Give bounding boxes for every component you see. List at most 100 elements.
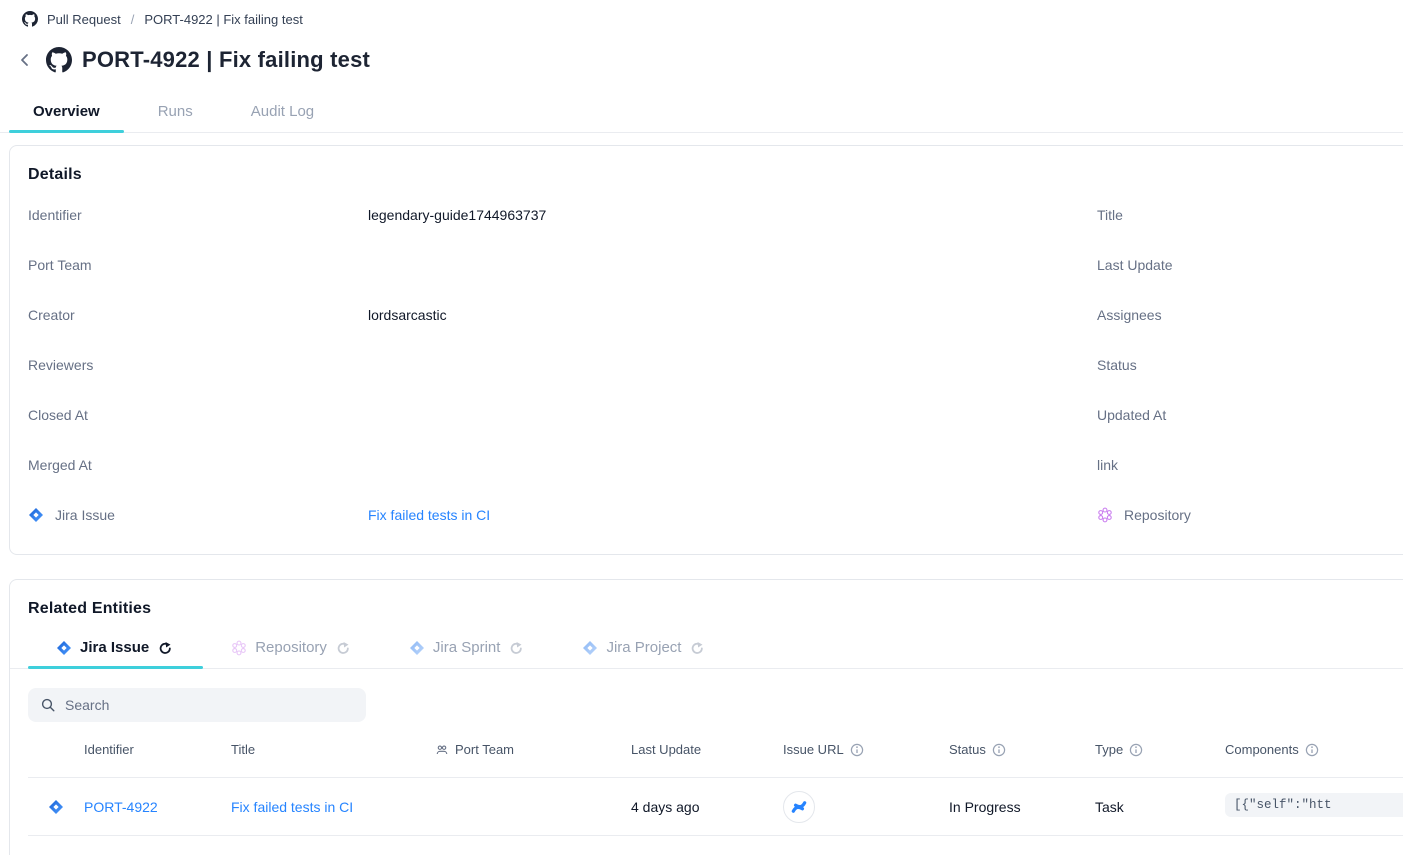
breadcrumb-item-pull-request[interactable]: Pull Request <box>47 12 121 27</box>
breadcrumb-item-entity[interactable]: PORT-4922 | Fix failing test <box>144 12 302 27</box>
row-last-update: 4 days ago <box>631 799 783 815</box>
column-header-type[interactable]: Type <box>1095 742 1225 757</box>
breadcrumb-separator: / <box>130 12 136 27</box>
field-label-repository: Repository <box>1097 507 1403 523</box>
detail-row: Closed At Updated At <box>28 390 1403 440</box>
components-json-pill[interactable]: [{"self":"htt <box>1225 793 1403 817</box>
field-label-reviewers: Reviewers <box>28 357 368 373</box>
field-label-last-update: Last Update <box>1097 257 1403 273</box>
table-header-row: Identifier Title Port Team Last Update I… <box>28 722 1403 778</box>
detail-row: Creator lordsarcastic Assignees <box>28 290 1403 340</box>
field-label-port-team: Port Team <box>28 257 368 273</box>
related-tab-label: Jira Project <box>606 639 681 656</box>
column-header-label: Identifier <box>84 742 134 757</box>
repository-icon <box>1097 507 1113 523</box>
explore-arrow-icon <box>157 641 171 655</box>
column-header-issue-url[interactable]: Issue URL <box>783 742 949 757</box>
tab-overview[interactable]: Overview <box>9 93 124 132</box>
jira-sprint-icon <box>409 640 425 656</box>
column-header-label: Last Update <box>631 742 701 757</box>
related-tab-jira-issue[interactable]: Jira Issue <box>28 631 203 668</box>
related-tab-label: Repository <box>255 639 327 656</box>
row-entity-icon-cell <box>28 799 84 815</box>
page-header: PORT-4922 | Fix failing test <box>0 37 1403 79</box>
repository-icon <box>231 640 247 656</box>
table-row: PORT-4922 Fix failed tests in CI 4 days … <box>28 778 1403 836</box>
search-input[interactable] <box>65 697 354 713</box>
field-label-updated-at: Updated At <box>1097 407 1403 423</box>
detail-row: Port Team Last Update <box>28 240 1403 290</box>
jira-issue-icon <box>28 507 44 523</box>
jira-issue-icon <box>48 799 64 815</box>
related-entities-tabs: Jira Issue Repository Jira Sprint Jira P… <box>10 631 1403 669</box>
column-header-identifier[interactable]: Identifier <box>84 742 231 757</box>
explore-arrow-icon <box>689 641 703 655</box>
field-label-status: Status <box>1097 357 1403 373</box>
row-status: In Progress <box>949 799 1095 815</box>
page-title: PORT-4922 | Fix failing test <box>82 47 370 73</box>
related-tab-jira-sprint[interactable]: Jira Sprint <box>381 631 555 668</box>
field-label-identifier: Identifier <box>28 207 368 223</box>
column-header-last-update[interactable]: Last Update <box>631 742 783 757</box>
breadcrumb: Pull Request / PORT-4922 | Fix failing t… <box>0 0 1403 37</box>
details-heading: Details <box>28 166 1403 184</box>
info-icon[interactable] <box>1129 743 1143 757</box>
github-icon <box>46 47 72 73</box>
related-entities-card: Related Entities Jira Issue Repository J… <box>9 579 1403 855</box>
column-header-label: Type <box>1095 742 1123 757</box>
back-button[interactable] <box>14 49 36 71</box>
jira-project-icon <box>582 640 598 656</box>
column-header-label: Status <box>949 742 986 757</box>
field-label-closed-at: Closed At <box>28 407 368 423</box>
search-box[interactable] <box>28 688 366 722</box>
column-header-label: Components <box>1225 742 1299 757</box>
related-tab-label: Jira Issue <box>80 639 149 656</box>
field-label-jira-issue: Jira Issue <box>28 507 368 523</box>
issue-url-favicon-badge[interactable] <box>783 791 815 823</box>
related-tab-repository[interactable]: Repository <box>203 631 381 668</box>
explore-arrow-icon <box>508 641 522 655</box>
field-value-creator: lordsarcastic <box>368 307 1097 323</box>
tab-audit-log[interactable]: Audit Log <box>227 93 338 132</box>
detail-row: Reviewers Status <box>28 340 1403 390</box>
detail-row: Identifier legendary-guide1744963737 Tit… <box>28 190 1403 240</box>
detail-row: Jira Issue Fix failed tests in CI Reposi… <box>28 490 1403 540</box>
row-type: Task <box>1095 799 1225 815</box>
column-header-label: Port Team <box>455 742 514 757</box>
column-header-port-team[interactable]: Port Team <box>435 742 631 757</box>
row-issue-url <box>783 791 949 823</box>
field-label-text: Repository <box>1124 507 1191 523</box>
row-components: [{"self":"htt <box>1225 793 1403 820</box>
team-icon <box>435 743 449 757</box>
info-icon[interactable] <box>850 743 864 757</box>
field-label-link: link <box>1097 457 1403 473</box>
chevron-left-icon <box>17 52 33 68</box>
column-header-status[interactable]: Status <box>949 742 1095 757</box>
column-header-label: Issue URL <box>783 742 844 757</box>
jira-issue-link[interactable]: Fix failed tests in CI <box>368 507 1097 523</box>
tab-runs[interactable]: Runs <box>134 93 217 132</box>
info-icon[interactable] <box>1305 743 1319 757</box>
related-entities-table: Identifier Title Port Team Last Update I… <box>28 722 1403 836</box>
row-identifier-link[interactable]: PORT-4922 <box>84 799 231 815</box>
jira-issue-icon <box>56 640 72 656</box>
search-icon <box>40 697 56 713</box>
info-icon[interactable] <box>992 743 1006 757</box>
field-label-assignees: Assignees <box>1097 307 1403 323</box>
explore-arrow-icon <box>335 641 349 655</box>
details-card: Details Identifier legendary-guide174496… <box>9 145 1403 555</box>
related-tab-label: Jira Sprint <box>433 639 501 656</box>
github-icon <box>22 11 38 27</box>
main-tabs: Overview Runs Audit Log <box>0 93 1403 133</box>
field-value-identifier: legendary-guide1744963737 <box>368 207 1097 223</box>
field-label-text: Jira Issue <box>55 507 115 523</box>
column-header-label: Title <box>231 742 255 757</box>
related-tab-jira-project[interactable]: Jira Project <box>554 631 735 668</box>
related-entities-heading: Related Entities <box>10 600 1403 618</box>
row-title-link[interactable]: Fix failed tests in CI <box>231 799 435 815</box>
column-header-title[interactable]: Title <box>231 742 435 757</box>
column-header-components[interactable]: Components <box>1225 742 1403 757</box>
detail-row: Merged At link <box>28 440 1403 490</box>
jira-site-icon <box>790 798 808 816</box>
field-label-creator: Creator <box>28 307 368 323</box>
